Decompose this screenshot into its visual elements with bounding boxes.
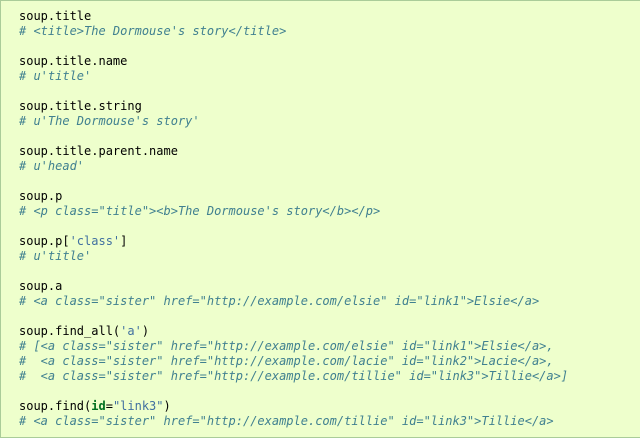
code-comment: # <p class="title"><b>The Dormouse's sto… (19, 204, 381, 218)
code-token: ) (141, 324, 150, 338)
code-token: ) (163, 399, 171, 413)
code-statement: soup.a (19, 279, 63, 293)
code-comment: # [<a class="sister" href="http://exampl… (19, 339, 554, 353)
code-statement: soup.title.parent.name (19, 144, 178, 158)
code-token: = (105, 399, 113, 413)
code-comment: # <a class="sister" href="http://example… (19, 294, 540, 308)
code-comment: # <a class="sister" href="http://example… (19, 414, 554, 428)
code-comment: # u'title' (19, 249, 92, 263)
string-literal: "link3" (112, 399, 164, 413)
string-literal: 'a' (120, 324, 142, 338)
code-token: soup.find( (19, 399, 92, 413)
code-statement: soup.title.name (19, 54, 128, 68)
code-comment: # <a class="sister" href="http://example… (19, 369, 569, 383)
string-literal: 'class' (69, 234, 121, 248)
code-comment: # <a class="sister" href="http://example… (19, 354, 554, 368)
code-comment: # u'title' (19, 69, 92, 83)
code-statement: soup.p (19, 189, 63, 203)
code-statement: soup.title.string (19, 99, 142, 113)
code-statement: soup.find_all('a') (19, 324, 640, 339)
code-statement: soup.p['class'] (19, 234, 640, 249)
code-token: soup.p[ (19, 234, 70, 248)
code-comment: # <title>The Dormouse's story</title> (19, 24, 287, 38)
keyword-argument: id (91, 399, 106, 413)
code-token: soup.find_all( (19, 324, 121, 338)
code-block: soup.title # <title>The Dormouse's story… (0, 0, 640, 438)
code-comment: # u'The Dormouse's story' (19, 114, 200, 128)
code-statement: soup.find(id="link3") (19, 399, 640, 414)
code-token: ] (120, 234, 128, 248)
code-statement: soup.title (19, 9, 92, 23)
code-comment: # u'head' (19, 159, 85, 173)
